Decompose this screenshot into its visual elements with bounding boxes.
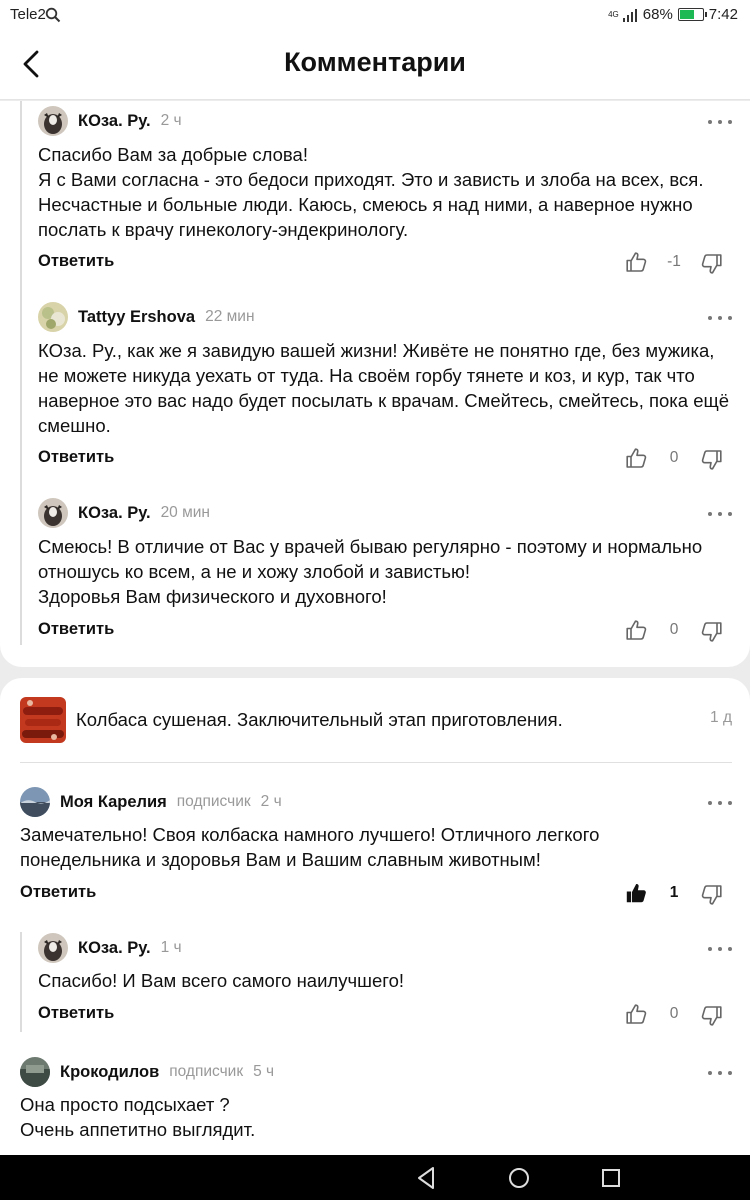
post-time: 1 д xyxy=(710,709,732,726)
thumbs-up-filled-icon[interactable] xyxy=(624,881,648,905)
comment-thread-card: КОза. Ру. 2 ч Спасибо Вам за добрые слов… xyxy=(0,101,750,667)
comment-time: 1 ч xyxy=(160,939,182,956)
reply-button[interactable]: Ответить xyxy=(38,448,114,467)
thumbs-up-icon[interactable] xyxy=(624,446,648,470)
thumbs-down-icon[interactable] xyxy=(700,448,724,472)
avatar[interactable] xyxy=(38,302,68,332)
comment-author[interactable]: КОза. Ру. xyxy=(78,112,151,131)
search-icon xyxy=(45,7,61,23)
comment: Моя Карелия подписчик 2 ч Замечательно! … xyxy=(0,786,750,911)
more-options-button[interactable] xyxy=(708,311,732,325)
thumbs-down-icon[interactable] xyxy=(700,252,724,276)
more-options-button[interactable] xyxy=(708,115,732,129)
comment: КОза. Ру. 2 ч Спасибо Вам за добрые слов… xyxy=(0,101,750,286)
comment-author[interactable]: КОза. Ру. xyxy=(78,504,151,523)
comment-text: Спасибо! И Вам всего самого наилучшего! xyxy=(38,970,405,991)
comment-time: 22 мин xyxy=(205,308,255,325)
comment-time: 2 ч xyxy=(160,112,182,129)
clock: 7:42 xyxy=(708,6,738,23)
comment-time: 2 ч xyxy=(260,793,282,810)
more-options-button[interactable] xyxy=(708,796,732,810)
battery-level-fill xyxy=(679,10,695,19)
avatar[interactable] xyxy=(38,106,68,136)
comment: Tattyy Ershova 22 мин КОза. Ру., как же … xyxy=(0,297,750,482)
comment-author[interactable]: Моя Карелия xyxy=(60,793,167,812)
battery-percent: 68% xyxy=(642,6,673,23)
page-title: Комментарии xyxy=(284,47,466,77)
post-thumbnail[interactable] xyxy=(20,697,66,743)
thumbs-down-icon[interactable] xyxy=(700,1004,724,1028)
subscriber-badge: подписчик xyxy=(176,793,251,810)
signal-icon xyxy=(622,8,637,22)
more-options-button[interactable] xyxy=(708,507,732,521)
thumbs-up-icon[interactable] xyxy=(624,250,648,274)
battery-icon xyxy=(677,8,707,21)
carrier-name: Tele2 xyxy=(10,6,46,23)
post-comments-card: Колбаса сушеная. Заключительный этап при… xyxy=(0,678,750,1158)
subscriber-badge: подписчик xyxy=(169,1063,244,1080)
thumbs-up-icon[interactable] xyxy=(624,618,648,642)
comment-text: КОза. Ру., как же я завидую вашей жизни!… xyxy=(38,340,730,436)
status-bar: Tele2 4G 68% 7:42 xyxy=(0,0,750,32)
more-options-button[interactable] xyxy=(708,1066,732,1080)
thumbs-down-icon[interactable] xyxy=(700,620,724,644)
reply-button[interactable]: Ответить xyxy=(38,620,114,639)
comment: КОза. Ру. 20 мин Смеюсь! В отличие от Ва… xyxy=(0,493,750,653)
thumbs-up-icon[interactable] xyxy=(624,1002,648,1026)
thumbs-down-icon[interactable] xyxy=(700,883,724,907)
comment: Крокодилов подписчик 5 ч Она просто подс… xyxy=(0,1056,750,1156)
avatar[interactable] xyxy=(20,787,50,817)
avatar[interactable] xyxy=(20,1057,50,1087)
more-options-button[interactable] xyxy=(708,942,732,956)
post-link[interactable]: Колбаса сушеная. Заключительный этап при… xyxy=(20,697,732,743)
comment-time: 20 мин xyxy=(160,504,210,521)
comment-text: Она просто подсыхает ? Очень аппетитно в… xyxy=(20,1094,256,1140)
comment: КОза. Ру. 1 ч Спасибо! И Вам всего самог… xyxy=(0,932,750,1032)
post-title[interactable]: Колбаса сушеная. Заключительный этап при… xyxy=(76,709,563,731)
nav-recents-icon[interactable] xyxy=(598,1165,624,1191)
comment-score: 0 xyxy=(669,1005,679,1022)
reply-button[interactable]: Ответить xyxy=(38,1004,114,1023)
comment-score: 0 xyxy=(669,449,679,466)
divider xyxy=(20,762,732,763)
comment-author[interactable]: КОза. Ру. xyxy=(78,939,151,958)
top-app-bar: Комментарии xyxy=(0,32,750,100)
reply-button[interactable]: Ответить xyxy=(38,252,114,271)
reply-button[interactable]: Ответить xyxy=(20,883,96,902)
comment-score: 0 xyxy=(669,621,679,638)
avatar[interactable] xyxy=(38,498,68,528)
comment-score: 1 xyxy=(669,884,679,901)
avatar[interactable] xyxy=(38,933,68,963)
nav-home-icon[interactable] xyxy=(506,1165,532,1191)
comment-text: Смеюсь! В отличие от Вас у врачей бываю … xyxy=(38,536,703,607)
comment-author[interactable]: Крокодилов xyxy=(60,1063,159,1082)
comment-text: Спасибо Вам за добрые слова! Я с Вами со… xyxy=(38,144,704,240)
comment-text: Замечательно! Своя колбаска намного лучш… xyxy=(20,824,600,870)
comment-score: -1 xyxy=(667,253,681,270)
comment-time: 5 ч xyxy=(253,1063,275,1080)
network-type: 4G xyxy=(608,9,619,19)
nav-back-icon[interactable] xyxy=(414,1165,440,1191)
system-navigation-bar xyxy=(0,1155,750,1200)
comment-author[interactable]: Tattyy Ershova xyxy=(78,308,195,327)
